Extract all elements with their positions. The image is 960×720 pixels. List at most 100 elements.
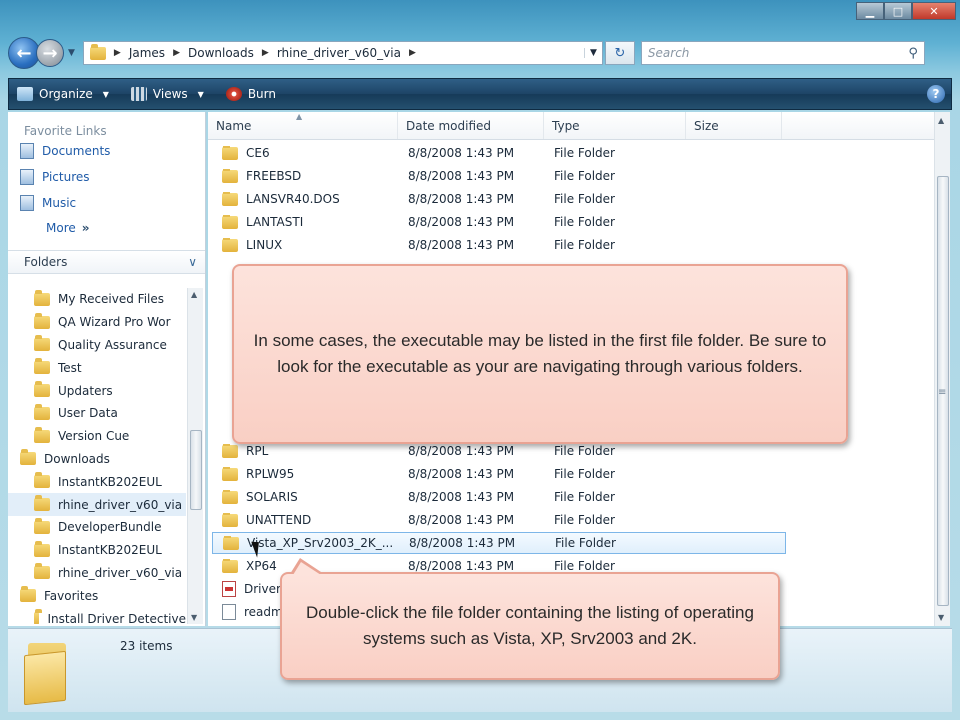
scroll-up-icon[interactable]: ▲ [191,290,197,299]
forward-button[interactable]: → [36,39,64,67]
folder-icon [34,472,50,489]
folder-icon [34,540,50,557]
table-row[interactable]: RPLW95 8/8/2008 1:43 PM File Folder [212,463,786,485]
tree-item[interactable]: Quality Assurance [8,334,186,357]
file-name: Vista_XP_Srv2003_2K_... [247,536,394,550]
address-bar[interactable]: ▶ James ▶ Downloads ▶ rhine_driver_v60_v… [82,41,603,65]
column-header-type[interactable]: Type [544,112,686,139]
tree-item[interactable]: Test [8,356,186,379]
tree-item[interactable]: DeveloperBundle [8,516,186,539]
tree-item[interactable]: My Received Files [8,288,186,311]
chevron-right-icon[interactable]: ▶ [409,48,416,58]
scrollbar-thumb[interactable] [190,430,202,510]
date-modified-cell: 8/8/2008 1:43 PM [408,513,515,527]
folders-header[interactable]: Folders ∨ [8,250,205,274]
chevron-right-icon[interactable]: ▶ [262,48,269,58]
type-cell: File Folder [555,536,616,550]
double-chevron-icon: » [81,221,90,235]
tree-item[interactable]: Updaters [8,379,186,402]
scroll-down-icon[interactable]: ▼ [938,613,944,622]
text-file-icon [222,604,236,620]
file-name: RPL [246,444,269,458]
tree-item[interactable]: Version Cue [8,425,186,448]
type-cell: File Folder [554,146,615,160]
date-modified-cell: 8/8/2008 1:43 PM [408,490,515,504]
favorite-links-header: Favorite Links [24,124,107,138]
tree-item-label: rhine_driver_v60_via [58,565,183,580]
views-label: Views [152,87,188,101]
burn-button[interactable]: Burn [225,87,276,101]
sort-up-icon: ▲ [296,112,303,121]
search-placeholder: Search [647,46,690,60]
breadcrumb-current-folder[interactable]: rhine_driver_v60_via [277,46,401,60]
table-row[interactable]: UNATTEND 8/8/2008 1:43 PM File Folder [212,509,786,531]
column-header-name[interactable]: Name ▲ [208,112,398,139]
column-header-date[interactable]: Date modified [398,112,544,139]
help-button[interactable]: ? [927,85,945,103]
more-links-button[interactable]: More » [8,216,205,240]
navigation-pane: Favorite Links Documents Pictures Music … [8,112,206,626]
tree-item[interactable]: User Data [8,402,186,425]
type-cell: File Folder [554,490,615,504]
explorer-window: ▁ □ ✕ ← → ▼ ▶ James ▶ Downloads ▶ rhine_… [0,0,960,720]
file-list-scrollbar[interactable]: ▲ ≡ ▼ [934,112,950,626]
close-button[interactable]: ✕ [912,2,956,20]
scroll-down-icon[interactable]: ▼ [191,613,197,622]
recent-pages-dropdown[interactable]: ▼ [68,48,75,58]
folder-icon [34,426,50,443]
date-modified-cell: 8/8/2008 1:43 PM [408,192,515,206]
chevron-right-icon[interactable]: ▶ [173,48,180,58]
table-row[interactable]: LANTASTI 8/8/2008 1:43 PM File Folder [212,211,786,233]
folder-tree-scrollbar[interactable]: ▲ ▼ [187,288,203,624]
breadcrumb-james[interactable]: James [129,46,165,60]
folder-icon [34,289,50,306]
refresh-button[interactable]: ↻ [604,41,635,65]
favorite-link-documents[interactable]: Documents [8,138,205,164]
address-row: ← → ▼ ▶ James ▶ Downloads ▶ rhine_driver… [8,36,952,70]
tree-item[interactable]: Favorites [8,584,186,607]
favorite-link-music[interactable]: Music [8,190,205,216]
command-toolbar: Organize ▼ Views ▼ Burn ? [8,78,952,110]
column-size-label: Size [694,118,719,133]
views-button[interactable]: Views ▼ [130,87,204,101]
address-dropdown[interactable]: ▼ [583,48,602,58]
table-row[interactable]: LINUX 8/8/2008 1:43 PM File Folder [212,234,786,256]
scroll-up-icon[interactable]: ▲ [938,116,944,125]
tree-item-label: Downloads [44,451,110,466]
large-folder-icon [24,639,70,706]
file-name-cell: LANSVR40.DOS [212,192,402,206]
tree-item[interactable]: InstantKB202EUL [8,539,186,562]
maximize-button[interactable]: □ [884,2,912,20]
search-icon[interactable]: ⚲ [908,46,918,61]
item-count: 23 items [120,639,173,653]
column-header-size[interactable]: Size [686,112,782,139]
folder-icon [34,609,43,624]
minimize-button[interactable]: ▁ [856,2,884,20]
chevron-right-icon[interactable]: ▶ [114,48,121,58]
type-cell: File Folder [554,513,615,527]
table-row[interactable]: FREEBSD 8/8/2008 1:43 PM File Folder [212,165,786,187]
tree-item[interactable]: rhine_driver_v60_via [8,562,186,585]
file-name: FREEBSD [246,169,302,183]
table-row[interactable]: SOLARIS 8/8/2008 1:43 PM File Folder [212,486,786,508]
tree-item[interactable]: Install Driver Detective [8,607,186,624]
table-row[interactable]: Vista_XP_Srv2003_2K_... 8/8/2008 1:43 PM F… [212,532,786,554]
folder-icon [222,490,238,504]
breadcrumb-downloads[interactable]: Downloads [188,46,254,60]
type-cell: File Folder [554,444,615,458]
music-icon [20,195,34,211]
tree-item[interactable]: rhine_driver_v60_via [8,493,186,516]
organize-button[interactable]: Organize ▼ [17,87,109,101]
favorite-link-pictures[interactable]: Pictures [8,164,205,190]
scrollbar-grip-icon: ≡ [938,387,947,398]
table-row[interactable]: CE6 8/8/2008 1:43 PM File Folder [212,142,786,164]
tree-item-label: Install Driver Detective [47,611,186,624]
table-row[interactable]: LANSVR40.DOS 8/8/2008 1:43 PM File Folder [212,188,786,210]
tutorial-callout-first: In some cases, the executable may be lis… [232,264,848,444]
file-name-cell: UNATTEND [212,513,402,527]
tree-item[interactable]: Downloads [8,448,186,471]
tree-item[interactable]: QA Wizard Pro Wor [8,311,186,334]
documents-icon [20,143,34,159]
tree-item[interactable]: InstantKB202EUL [8,470,186,493]
search-input[interactable]: Search ⚲ [640,41,925,65]
